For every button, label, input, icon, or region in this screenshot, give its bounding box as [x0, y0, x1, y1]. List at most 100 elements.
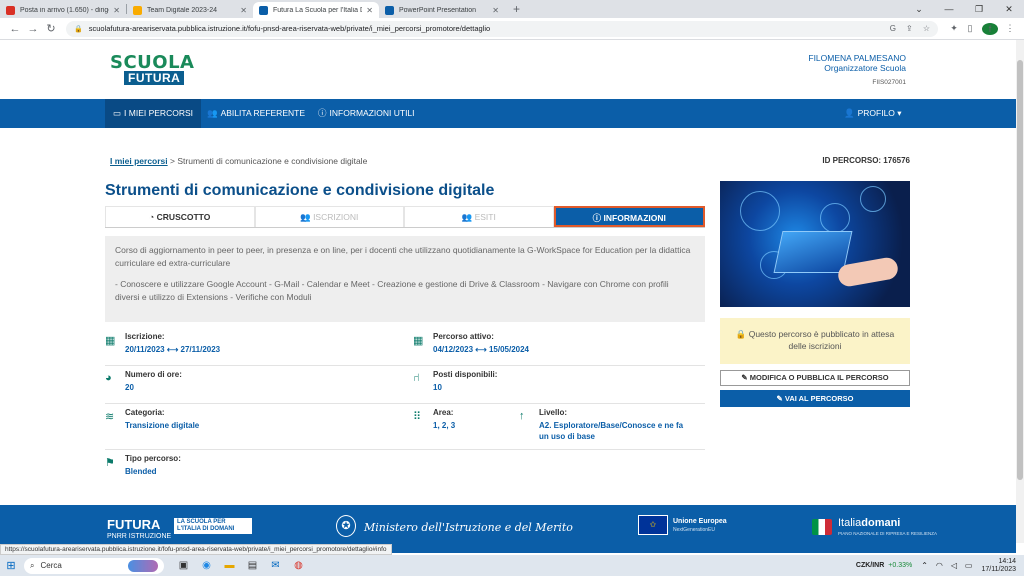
lock-icon[interactable]: 🔒	[74, 25, 83, 33]
scrollbar-thumb[interactable]	[1017, 60, 1023, 480]
close-icon[interactable]: ✕	[240, 6, 247, 15]
nav-item-miei-percorsi[interactable]: ▭ I MIEI PERCORSI	[105, 99, 201, 128]
chevron-up-icon[interactable]: ⌃	[921, 561, 928, 570]
minimize-icon[interactable]: —	[934, 0, 964, 18]
field-label: Tipo percorso:	[125, 454, 181, 463]
tab-informazioni[interactable]: ⓘ INFORMAZIONI	[553, 206, 705, 227]
grid-icon: ⠿	[413, 411, 422, 423]
forward-arrow-icon[interactable]: →	[24, 23, 42, 35]
profile-label: PROFILO	[857, 108, 895, 118]
taskbar-apps: ▣ ◉ ▬ ▤ ✉ ◍	[172, 560, 310, 571]
futura-footer-logo[interactable]: FUTURA	[107, 517, 160, 532]
close-icon[interactable]: ✕	[366, 6, 373, 15]
search-highlight-badge	[128, 559, 158, 572]
tab-label: ESITI	[474, 212, 496, 222]
logo-line1: SCUOLA	[110, 52, 195, 73]
scuola-futura-logo[interactable]: SCUOLA FUTURA	[110, 52, 210, 88]
windows-taskbar: ⊞ ⌕ Cerca ▣ ◉ ▬ ▤ ✉ ◍ CZK/INR +0.33% ⌃ ◠ …	[0, 555, 1024, 576]
caret-down-icon: ▾	[897, 108, 902, 118]
taskbar-clock[interactable]: 14:14 17/11/2023	[981, 558, 1016, 574]
edit-icon: ✎	[776, 394, 783, 403]
bookmark-star-icon[interactable]: ☆	[923, 24, 930, 33]
ministero-logo[interactable]: Ministero dell'Istruzione e del Merito	[364, 521, 573, 534]
user-name: FILOMENA PALMESANO	[808, 53, 906, 63]
powerpoint-icon	[385, 5, 394, 15]
field-label: Livello:	[539, 408, 568, 417]
window-controls: ⌄ — ❐ ✕	[904, 0, 1024, 18]
lock-icon: 🔒	[735, 329, 747, 339]
nav-label: ABILITA REFERENTE	[220, 108, 305, 118]
url-input[interactable]: 🔒 scuolafutura-areariservata.pubblica.is…	[66, 20, 938, 37]
nav-item-abilita-referente[interactable]: 👥 ABILITA REFERENTE	[199, 99, 313, 128]
field-value: Transizione digitale	[125, 421, 200, 430]
logo-line2: FUTURA	[124, 71, 185, 85]
side-panel-icon[interactable]: ▯	[962, 23, 978, 34]
calendar-icon: ▦	[105, 335, 116, 347]
user-role: Organizzatore Scuola	[824, 63, 906, 73]
mail-icon[interactable]: ✉	[264, 560, 287, 571]
browser-tab-futura[interactable]: Futura La Scuola per l'Italia Dom ✕	[253, 2, 379, 18]
description-box: Corso di aggiornamento in peer to peer, …	[105, 236, 705, 322]
page-scrollbar[interactable]	[1016, 40, 1024, 543]
speaker-icon[interactable]: ◁	[951, 561, 957, 570]
browser-tab-powerpoint[interactable]: PowerPoint Presentation ✕	[379, 2, 505, 18]
windows-start-icon[interactable]: ⊞	[0, 559, 22, 572]
tab-esiti[interactable]: 👥 ESITI	[404, 206, 554, 227]
question-circle-icon: ⓘ	[318, 108, 327, 118]
ticker-name: CZK/INR	[855, 562, 885, 569]
back-arrow-icon[interactable]: ←	[6, 23, 24, 35]
wifi-icon[interactable]: ◠	[936, 561, 943, 570]
calendar-icon: ▦	[413, 335, 424, 347]
chrome-icon[interactable]: ◍	[287, 560, 310, 571]
ore-field: ◕ Numero di ore: 20	[105, 370, 182, 393]
profile-avatar[interactable]: f	[982, 22, 998, 35]
description-paragraph: Corso di aggiornamento in peer to peer, …	[115, 245, 691, 268]
address-bar: ← → ↻ 🔒 scuolafutura-areariservata.pubbl…	[0, 18, 1024, 40]
new-tab-button[interactable]: +	[505, 2, 528, 16]
area-field: ⠿ Area: 1, 2, 3	[413, 408, 455, 431]
task-view-icon[interactable]: ▣	[172, 560, 195, 571]
extensions-icon[interactable]: ✦	[946, 23, 962, 34]
pnrr-tagline: PIANO NAZIONALE DI RIPRESA E RESILIENZA	[838, 531, 938, 536]
tab-title: Futura La Scuola per l'Italia Dom	[273, 6, 362, 14]
chair-icon: ⑁	[413, 372, 420, 384]
reload-icon[interactable]: ↻	[42, 22, 60, 35]
modify-publish-button[interactable]: ✎ MODIFICA O PUBBLICA IL PERCORSO	[720, 370, 910, 386]
tab-iscrizioni[interactable]: 👥 ISCRIZIONI	[254, 206, 404, 227]
tab-cruscotto[interactable]: ◔ CRUSCOTTO	[105, 206, 255, 227]
close-window-icon[interactable]: ✕	[994, 0, 1024, 18]
profile-menu[interactable]: 👤 PROFILO ▾	[836, 99, 910, 128]
go-to-percorso-button[interactable]: ✎ VAI AL PERCORSO	[720, 390, 910, 407]
store-icon[interactable]: ▤	[241, 560, 264, 571]
notice-text: Questo percorso è pubblicato in attesa d…	[748, 329, 895, 351]
close-icon[interactable]: ✕	[492, 6, 499, 15]
info-row: ◕ Numero di ore: 20 ⑁ Posti disponibili:…	[105, 366, 705, 404]
currency-ticker[interactable]: CZK/INR +0.33%	[856, 562, 912, 569]
page-title: Strumenti di comunicazione e condivision…	[105, 182, 495, 199]
tipo-percorso-field: ⚑ Tipo percorso: Blended	[105, 454, 181, 477]
more-menu-icon[interactable]: ⋮	[1002, 23, 1018, 34]
browser-tab-team[interactable]: Team Digitale 2023-24 ✕	[127, 2, 253, 18]
breadcrumb-link-miei-percorsi[interactable]: I miei percorsi	[110, 156, 168, 166]
field-value: Blended	[125, 467, 157, 476]
taskbar-search[interactable]: ⌕ Cerca	[24, 557, 164, 574]
battery-icon[interactable]: ▭	[965, 561, 973, 570]
user-clock-icon: ◕	[105, 372, 112, 384]
domani-text: domani	[861, 517, 901, 529]
share-icon[interactable]: ⇪	[906, 24, 913, 33]
nav-item-informazioni-utili[interactable]: ⓘ INFORMAZIONI UTILI	[310, 99, 423, 128]
edge-icon[interactable]: ◉	[195, 560, 218, 571]
posti-field: ⑁ Posti disponibili: 10	[413, 370, 497, 393]
browser-tab-gmail[interactable]: Posta in arrivo (1.650) - dirigente ✕	[0, 2, 126, 18]
field-label: Percorso attivo:	[433, 332, 494, 341]
close-icon[interactable]: ✕	[113, 6, 120, 15]
hologram-ring	[820, 203, 850, 233]
italiadomani-logo[interactable]: Italiadomani	[838, 517, 900, 529]
restore-icon[interactable]: ❐	[964, 0, 994, 18]
field-value: 20	[125, 383, 134, 392]
google-icon[interactable]: G	[890, 24, 896, 33]
nextgen-label: NextGenerationEU	[673, 527, 715, 533]
chevron-down-icon[interactable]: ⌄	[904, 0, 934, 18]
school-code: FIIS027001	[872, 79, 906, 86]
file-explorer-icon[interactable]: ▬	[218, 560, 241, 571]
